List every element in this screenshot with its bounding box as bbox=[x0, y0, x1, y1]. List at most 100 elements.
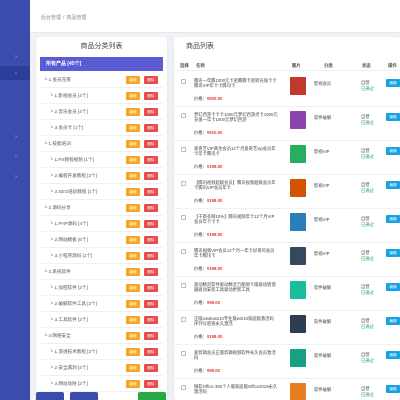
product-name[interactable]: 微软Office 365个人版家庭版Office2019永久激活码 bbox=[194, 384, 278, 395]
product-edit-button[interactable]: 编辑 bbox=[386, 79, 400, 87]
category-edit-button[interactable]: 编辑 bbox=[126, 172, 140, 180]
category-label[interactable]: └ 3.工具软件 [2个] bbox=[50, 317, 88, 323]
category-edit-button[interactable]: 编辑 bbox=[126, 236, 140, 244]
category-edit-button[interactable]: 编辑 bbox=[126, 140, 140, 148]
category-label[interactable]: └ 2.安全漏洞 [4个] bbox=[50, 365, 88, 371]
category-delete-button[interactable]: 删除 bbox=[144, 316, 158, 324]
category-label[interactable]: └ 3.网站攻防 [2个] bbox=[50, 381, 88, 387]
product-name[interactable]: 爱剪辑会员正版剪辑视频软件永久会员激活码 bbox=[194, 350, 278, 361]
category-edit-button[interactable]: 编辑 bbox=[126, 156, 140, 164]
category-delete-button[interactable]: 删除 bbox=[144, 172, 158, 180]
category-edit-button[interactable]: 编辑 bbox=[126, 108, 140, 116]
breadcrumb-home[interactable]: 后台管理 bbox=[41, 15, 61, 21]
category-delete-button[interactable]: 删除 bbox=[144, 92, 158, 100]
chevron-right-icon[interactable]: › bbox=[12, 174, 20, 180]
row-checkbox[interactable] bbox=[181, 147, 186, 152]
category-delete-button[interactable]: 删除 bbox=[144, 364, 158, 372]
category-label[interactable]: └ 3.系统软件 bbox=[44, 269, 71, 275]
category-delete-button[interactable]: 删除 bbox=[144, 268, 158, 276]
category-edit-button[interactable]: 编辑 bbox=[126, 188, 140, 196]
category-delete-button[interactable]: 删除 bbox=[144, 204, 158, 212]
category-label[interactable]: └ 4.网络安全 bbox=[44, 333, 71, 339]
category-edit-button[interactable]: 编辑 bbox=[126, 92, 140, 100]
category-delete-button[interactable]: 删除 bbox=[144, 156, 158, 164]
category-edit-button[interactable]: 编辑 bbox=[126, 124, 140, 132]
category-delete-button[interactable]: 删除 bbox=[144, 284, 158, 292]
category-label[interactable]: └ 2.编程开发教程 [2个] bbox=[50, 173, 97, 179]
category-edit-button[interactable]: 编辑 bbox=[126, 268, 140, 276]
row-checkbox[interactable] bbox=[181, 283, 186, 288]
category-edit-button[interactable]: 编辑 bbox=[126, 220, 140, 228]
category-edit-button[interactable]: 编辑 bbox=[126, 284, 140, 292]
category-label[interactable]: └ 1.PHP源码 [4个] bbox=[50, 221, 88, 227]
category-delete-button[interactable]: 删除 bbox=[144, 140, 158, 148]
product-name[interactable]: 梦幻西游卡卡卡1000元梦幻西游点卡1000元充值一年卡1000元梦幻西游 bbox=[194, 112, 278, 123]
row-checkbox[interactable] bbox=[181, 317, 186, 322]
category-delete-button[interactable]: 删除 bbox=[144, 188, 158, 196]
category-edit-button[interactable]: 编辑 bbox=[126, 316, 140, 324]
category-delete-button[interactable]: 删除 bbox=[144, 348, 158, 356]
category-label[interactable]: └ 1.加密软件 [2个] bbox=[50, 285, 88, 291]
category-label[interactable]: └ 1.影视会员 [4个] bbox=[50, 93, 88, 99]
row-checkbox[interactable] bbox=[181, 79, 186, 84]
category-label[interactable]: └ 1.技能培训 bbox=[44, 141, 71, 147]
product-name[interactable]: 【腾讯视频超级会员】腾讯视频超级会员年卡腾讯VIP会员年卡 bbox=[194, 180, 278, 191]
category-edit-button[interactable]: 编辑 bbox=[126, 300, 140, 308]
product-edit-button[interactable]: 编辑 bbox=[386, 147, 400, 155]
category-delete-button[interactable]: 删除 bbox=[144, 108, 158, 116]
row-checkbox[interactable] bbox=[181, 181, 186, 186]
category-delete-button[interactable]: 删除 bbox=[144, 300, 158, 308]
category-edit-button[interactable]: 编辑 bbox=[126, 348, 140, 356]
category-edit-button[interactable]: 编辑 bbox=[126, 364, 140, 372]
product-edit-button[interactable]: 编辑 bbox=[386, 249, 400, 257]
category-label[interactable]: └ 2.源码分享 bbox=[44, 205, 71, 211]
category-delete-button[interactable]: 删除 bbox=[144, 236, 158, 244]
product-edit-button[interactable]: 编辑 bbox=[386, 181, 400, 189]
product-name[interactable]: 【千斯衣网10%】腾讯视频年卡12个月VIP会员年卡卡卡 bbox=[194, 214, 278, 225]
bottom-action-button[interactable] bbox=[36, 392, 64, 400]
category-label[interactable]: └ 3.会员卡 [1个] bbox=[50, 125, 83, 131]
category-label[interactable]: └ 1.会员充值 bbox=[44, 77, 71, 83]
product-edit-button[interactable]: 编辑 bbox=[386, 113, 400, 121]
category-label[interactable]: └ 3.SEO培训教程 [1个] bbox=[50, 189, 97, 195]
category-delete-button[interactable]: 删除 bbox=[144, 124, 158, 132]
product-name[interactable]: 驱动精灵软件驱动精灵万能网卡版驱动管理器驱动安装工具驱动更新工具 bbox=[194, 282, 278, 293]
product-edit-button[interactable]: 编辑 bbox=[386, 351, 400, 359]
row-checkbox[interactable] bbox=[181, 249, 186, 254]
product-edit-button[interactable]: 编辑 bbox=[386, 317, 400, 325]
category-edit-button[interactable]: 编辑 bbox=[126, 76, 140, 84]
row-checkbox[interactable] bbox=[181, 385, 186, 390]
product-edit-button[interactable]: 编辑 bbox=[386, 385, 400, 393]
category-delete-button[interactable]: 删除 bbox=[144, 76, 158, 84]
category-label[interactable]: └ 2.音乐会员 [4个] bbox=[50, 109, 88, 115]
row-checkbox[interactable] bbox=[181, 113, 186, 118]
category-label[interactable]: └ 1.PS教程视频 [1个] bbox=[50, 157, 94, 163]
category-delete-button[interactable]: 删除 bbox=[144, 332, 158, 340]
bottom-action-button[interactable] bbox=[70, 392, 98, 400]
chevron-down-icon[interactable]: ⌄ bbox=[12, 70, 20, 76]
product-name[interactable]: 正版windows10专业版win10家庭版激活码序列号密钥永久激活 bbox=[194, 316, 278, 327]
chevron-right-icon[interactable]: › bbox=[12, 134, 20, 140]
category-edit-button[interactable]: 编辑 bbox=[126, 380, 140, 388]
category-edit-button[interactable]: 编辑 bbox=[126, 332, 140, 340]
category-edit-button[interactable]: 编辑 bbox=[126, 204, 140, 212]
product-edit-button[interactable]: 编辑 bbox=[386, 215, 400, 223]
product-name[interactable]: 腾讯一年腾1000元卡密腾腾卡密转充值卡卡腾讯VIP年卡卡腾讯卡 bbox=[194, 78, 278, 89]
category-label[interactable]: └ 1.渗透技术教程 [2个] bbox=[50, 349, 97, 355]
category-label[interactable]: └ 2.网站模板 [6个] bbox=[50, 237, 88, 243]
row-checkbox[interactable] bbox=[181, 215, 186, 220]
category-delete-button[interactable]: 删除 bbox=[144, 252, 158, 260]
chevron-right-icon[interactable]: › bbox=[12, 154, 20, 160]
category-edit-button[interactable]: 编辑 bbox=[126, 252, 140, 260]
row-checkbox[interactable] bbox=[181, 351, 186, 356]
category-label[interactable]: └ 3.小程序源码 [1个] bbox=[50, 253, 92, 259]
bottom-action-button[interactable] bbox=[138, 392, 166, 400]
category-root[interactable]: 所有产品 [45个] bbox=[40, 57, 163, 71]
chevron-right-icon[interactable]: › bbox=[12, 54, 20, 60]
category-label[interactable]: └ 2.破解软件工具 [2个] bbox=[50, 301, 97, 307]
product-edit-button[interactable]: 编辑 bbox=[386, 283, 400, 291]
product-name[interactable]: 爱奇艺VIP黄金会员12个月爱奇艺vip会员年卡年卡腾讯卡 bbox=[194, 146, 278, 157]
category-delete-button[interactable]: 删除 bbox=[144, 380, 158, 388]
category-delete-button[interactable]: 删除 bbox=[144, 220, 158, 228]
product-name[interactable]: 腾讯视频VIP会员12个月一年卡好莱坞会员年卡腾讯卡 bbox=[194, 248, 278, 259]
